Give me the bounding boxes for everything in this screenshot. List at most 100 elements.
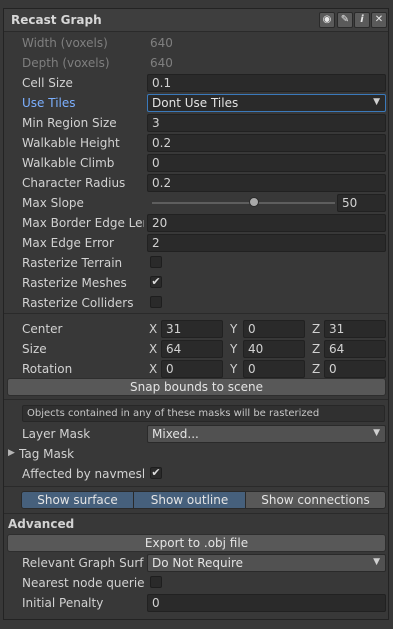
- max-border-edge-length-row: Max Border Edge Length 20: [4, 213, 388, 233]
- cell-size-row: Cell Size 0.1: [4, 73, 388, 93]
- panel-header: Recast Graph ◉ ✎ i ✕: [4, 9, 388, 32]
- rasterize-terrain-label: Rasterize Terrain: [22, 256, 123, 270]
- use-tiles-row: Use Tiles Dont Use Tiles ▼: [4, 93, 388, 113]
- cell-size-input[interactable]: 0.1: [147, 74, 386, 92]
- size-y-label: Y: [230, 342, 238, 356]
- cell-size-label: Cell Size: [22, 76, 73, 90]
- max-border-edge-length-input[interactable]: 20: [147, 214, 386, 232]
- divider: [4, 399, 388, 400]
- character-radius-label: Character Radius: [22, 176, 126, 190]
- depth-value: 640: [150, 56, 173, 70]
- center-z-input[interactable]: 31: [324, 320, 386, 338]
- walkable-height-label: Walkable Height: [22, 136, 120, 150]
- size-x-label: X: [149, 342, 158, 356]
- depth-row: Depth (voxels) 640: [4, 53, 388, 73]
- rotation-x-label: X: [149, 362, 158, 376]
- rotation-y-label: Y: [230, 362, 238, 376]
- width-row: Width (voxels) 640: [4, 33, 388, 53]
- size-z-label: Z: [312, 342, 321, 356]
- chevron-down-icon: ▼: [373, 428, 380, 438]
- max-slope-slider-thumb[interactable]: [248, 197, 259, 207]
- rotation-label: Rotation: [22, 362, 73, 376]
- min-region-size-input[interactable]: 3: [147, 114, 386, 132]
- info-icon[interactable]: i: [354, 12, 370, 28]
- mask-help-text: Objects contained in any of these masks …: [22, 405, 385, 422]
- max-slope-input[interactable]: 50: [337, 194, 386, 212]
- rasterize-meshes-checkbox[interactable]: ✔: [150, 276, 162, 288]
- rotation-y-input[interactable]: 0: [243, 360, 305, 378]
- affected-by-navmesh-label: Affected by navmesh: [22, 467, 144, 481]
- tag-mask-row[interactable]: ▶ Tag Mask: [4, 444, 388, 464]
- initial-penalty-input[interactable]: 0: [147, 594, 386, 612]
- affected-by-navmesh-row: Affected by navmesh ✔: [4, 464, 388, 484]
- rotation-x-input[interactable]: 0: [161, 360, 223, 378]
- walkable-climb-row: Walkable Climb 0: [4, 153, 388, 173]
- rotation-z-input[interactable]: 0: [324, 360, 386, 378]
- relevant-graph-surface-label: Relevant Graph Surface: [22, 556, 144, 570]
- relevant-graph-surface-value: Do Not Require: [152, 556, 244, 570]
- rasterize-colliders-row: Rasterize Colliders: [4, 293, 388, 313]
- checkmark-icon: ✔: [151, 466, 161, 479]
- affected-by-navmesh-checkbox[interactable]: ✔: [150, 467, 162, 479]
- walkable-height-row: Walkable Height 0.2: [4, 133, 388, 153]
- min-region-size-label: Min Region Size: [22, 116, 117, 130]
- show-connections-toggle[interactable]: Show connections: [245, 491, 386, 509]
- rasterize-meshes-label: Rasterize Meshes: [22, 276, 127, 290]
- pencil-icon[interactable]: ✎: [337, 12, 353, 28]
- eye-icon[interactable]: ◉: [319, 12, 335, 28]
- rotation-row: Rotation X 0 Y 0 Z 0: [4, 359, 388, 379]
- walkable-climb-input[interactable]: 0: [147, 154, 386, 172]
- max-edge-error-label: Max Edge Error: [22, 236, 114, 250]
- initial-penalty-label: Initial Penalty: [22, 596, 104, 610]
- layer-mask-dropdown[interactable]: Mixed... ▼: [147, 425, 386, 443]
- export-obj-button[interactable]: Export to .obj file: [7, 534, 386, 552]
- center-x-input[interactable]: 31: [161, 320, 223, 338]
- walkable-height-input[interactable]: 0.2: [147, 134, 386, 152]
- max-slope-label: Max Slope: [22, 196, 84, 210]
- snap-bounds-button[interactable]: Snap bounds to scene: [7, 378, 386, 396]
- divider: [4, 486, 388, 487]
- foldout-arrow-icon[interactable]: ▶: [8, 448, 15, 458]
- chevron-down-icon: ▼: [373, 97, 380, 107]
- center-z-label: Z: [312, 322, 321, 336]
- size-label: Size: [22, 342, 47, 356]
- tag-mask-label[interactable]: Tag Mask: [19, 447, 141, 461]
- nearest-node-queries-checkbox[interactable]: [150, 576, 162, 588]
- panel-title: Recast Graph: [11, 13, 102, 27]
- advanced-section-title: Advanced: [8, 517, 75, 531]
- size-z-input[interactable]: 64: [324, 340, 386, 358]
- nearest-node-queries-label: Nearest node queries: [22, 576, 144, 590]
- close-icon[interactable]: ✕: [371, 12, 387, 28]
- rasterize-meshes-row: Rasterize Meshes ✔: [4, 273, 388, 293]
- center-y-input[interactable]: 0: [243, 320, 305, 338]
- max-slope-slider-track[interactable]: [152, 202, 335, 204]
- character-radius-input[interactable]: 0.2: [147, 174, 386, 192]
- min-region-size-row: Min Region Size 3: [4, 113, 388, 133]
- max-edge-error-input[interactable]: 2: [147, 234, 386, 252]
- max-border-edge-length-label: Max Border Edge Length: [22, 216, 144, 230]
- show-surface-toggle[interactable]: Show surface: [21, 491, 134, 509]
- max-edge-error-row: Max Edge Error 2: [4, 233, 388, 253]
- nearest-node-queries-row: Nearest node queries: [4, 573, 388, 593]
- size-y-input[interactable]: 40: [243, 340, 305, 358]
- use-tiles-value: Dont Use Tiles: [152, 96, 239, 110]
- divider: [4, 513, 388, 514]
- rasterize-terrain-checkbox[interactable]: [150, 256, 162, 268]
- rasterize-colliders-checkbox[interactable]: [150, 296, 162, 308]
- depth-label: Depth (voxels): [22, 56, 110, 70]
- layer-mask-value: Mixed...: [152, 427, 199, 441]
- rasterize-colliders-label: Rasterize Colliders: [22, 296, 134, 310]
- relevant-graph-surface-row: Relevant Graph Surface Do Not Require ▼: [4, 553, 388, 573]
- initial-penalty-row: Initial Penalty 0: [4, 593, 388, 613]
- walkable-climb-label: Walkable Climb: [22, 156, 115, 170]
- checkmark-icon: ✔: [151, 275, 161, 288]
- center-row: Center X 31 Y 0 Z 31: [4, 319, 388, 339]
- size-row: Size X 64 Y 40 Z 64: [4, 339, 388, 359]
- layer-mask-row: Layer Mask Mixed... ▼: [4, 424, 388, 444]
- relevant-graph-surface-dropdown[interactable]: Do Not Require ▼: [147, 554, 386, 572]
- show-outline-toggle[interactable]: Show outline: [133, 491, 246, 509]
- layer-mask-label: Layer Mask: [22, 427, 91, 441]
- chevron-down-icon: ▼: [373, 557, 380, 567]
- size-x-input[interactable]: 64: [161, 340, 223, 358]
- use-tiles-dropdown[interactable]: Dont Use Tiles ▼: [147, 94, 386, 112]
